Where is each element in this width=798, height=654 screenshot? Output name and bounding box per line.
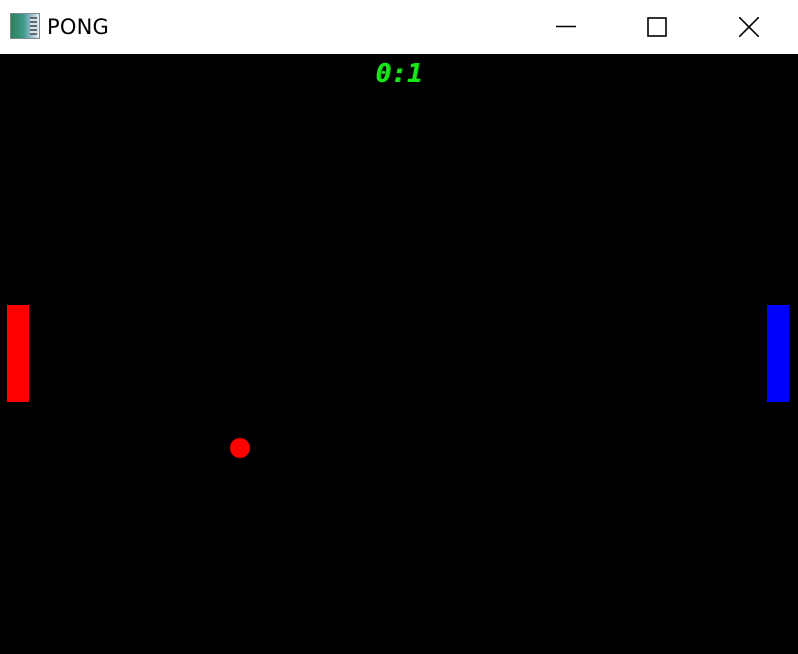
maximize-icon (647, 17, 667, 37)
left-paddle (7, 305, 29, 402)
app-window-icon (10, 13, 40, 39)
minimize-button[interactable] (520, 0, 612, 54)
pong-window: PONG 0:1 (0, 0, 798, 654)
game-playfield[interactable]: 0:1 (0, 54, 798, 654)
close-icon (739, 17, 759, 37)
window-title: PONG (47, 15, 109, 39)
right-paddle (767, 305, 789, 402)
title-bar[interactable]: PONG (0, 0, 798, 54)
maximize-button[interactable] (611, 0, 703, 54)
close-button[interactable] (703, 0, 795, 54)
ball (230, 438, 250, 458)
minimize-icon (556, 25, 576, 28)
score-display: 0:1 (375, 59, 423, 89)
